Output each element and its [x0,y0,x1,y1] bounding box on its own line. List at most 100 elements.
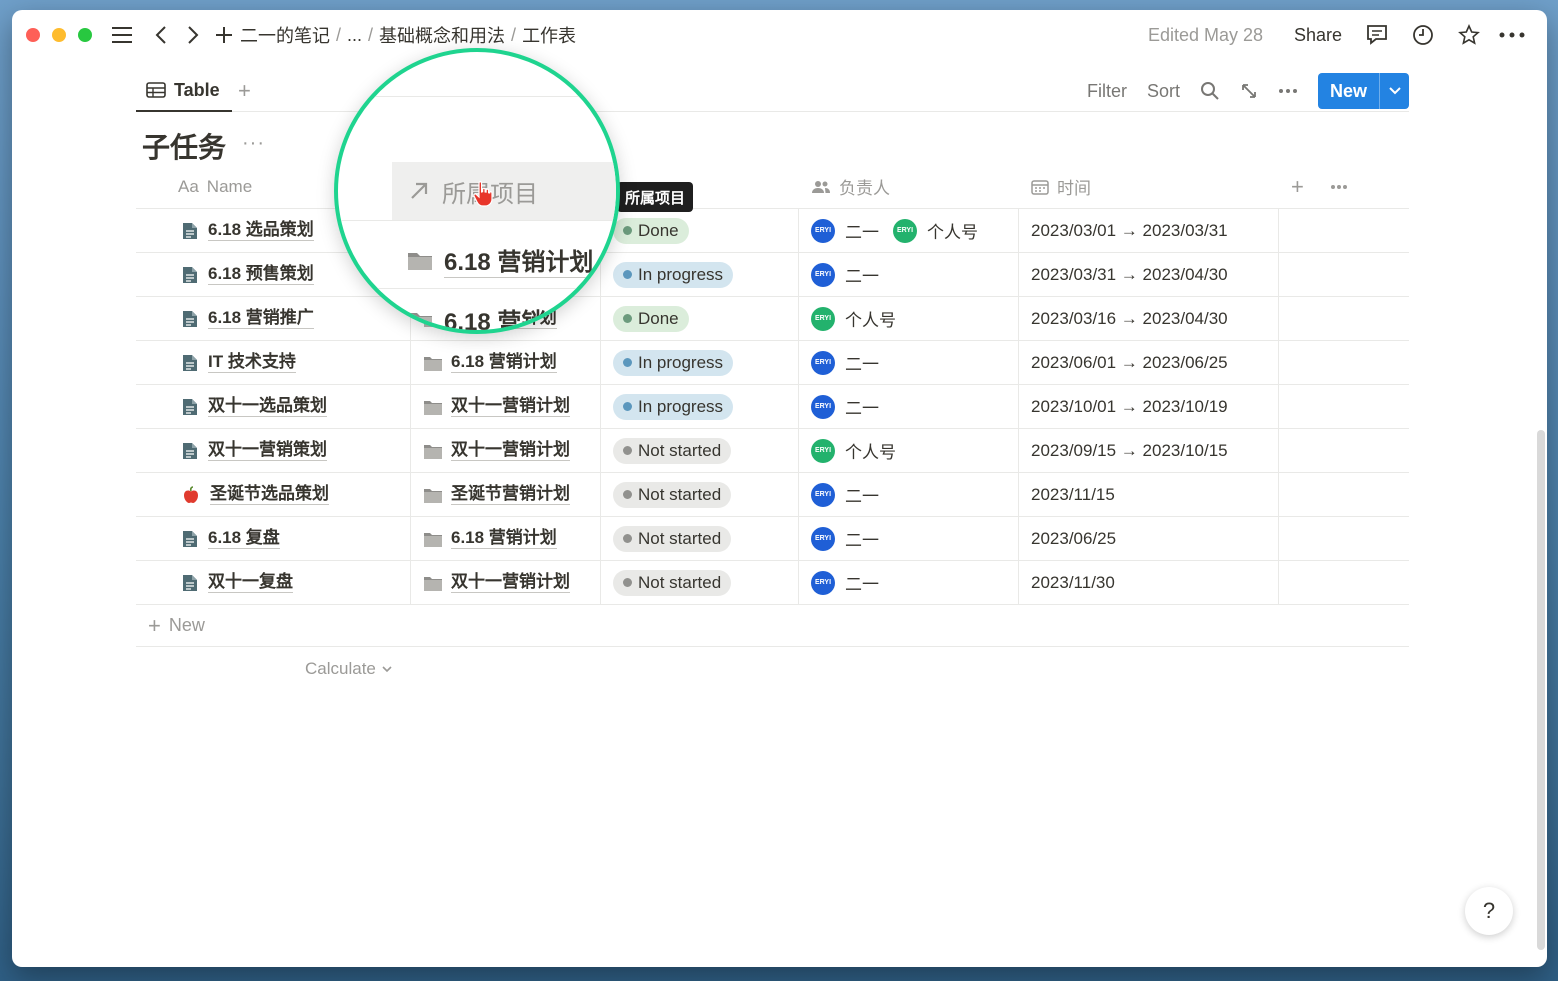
project-cell[interactable]: 双十一营销计划 [411,385,601,428]
owner-name[interactable]: 二一 [845,218,879,243]
project-cell[interactable]: 双十一营销计划 [411,429,601,472]
owner-name[interactable]: 个人号 [845,306,896,331]
owner-cell[interactable]: ERYI 二一 [799,517,1019,560]
row-name[interactable]: 双十一选品策划 [208,396,327,417]
breadcrumb-item[interactable]: ... [347,25,362,46]
row-name[interactable]: 6.18 预售策划 [208,264,314,285]
add-new-row-button[interactable]: + New [136,605,1409,647]
project-link[interactable]: 双十一营销计划 [451,440,570,461]
new-entry-label[interactable]: New [1318,73,1379,109]
owner-cell[interactable]: ERYI 二一 [799,473,1019,516]
owner-cell[interactable]: ERYI 二一 [799,341,1019,384]
project-link[interactable]: 圣诞节营销计划 [451,484,570,505]
row-name[interactable]: 双十一营销策划 [208,440,327,461]
expand-icon[interactable] [1240,82,1258,100]
tab-table-view[interactable]: Table [136,70,232,112]
status-cell[interactable]: In progress [601,253,799,296]
back-icon[interactable] [152,22,170,48]
name-cell[interactable]: IT 技术支持 [136,341,411,384]
owner-name[interactable]: 二一 [845,526,879,551]
name-cell[interactable]: 双十一营销策划 [136,429,411,472]
time-cell[interactable]: 2023/06/01 → 2023/06/25 [1019,341,1279,384]
status-cell[interactable]: Done [601,297,799,340]
owner-cell[interactable]: ERYI 二一 ERYI 个人号 [799,209,1019,252]
table-row[interactable]: 双十一选品策划 双十一营销计划 In progress ERYI 二一 2023/10/0… [136,385,1409,429]
name-cell[interactable]: 圣诞节选品策划 [136,473,411,516]
status-cell[interactable]: In progress [601,385,799,428]
owner-cell[interactable]: ERYI 个人号 [799,297,1019,340]
owner-cell[interactable]: ERYI 二一 [799,253,1019,296]
row-name[interactable]: IT 技术支持 [208,352,296,373]
project-link[interactable]: 6.18 营销计划 [451,528,557,549]
comments-icon[interactable] [1364,22,1390,48]
name-cell[interactable]: 6.18 营销推广 [136,297,411,340]
name-cell[interactable]: 6.18 复盘 [136,517,411,560]
row-name[interactable]: 6.18 复盘 [208,528,280,549]
breadcrumb-item[interactable]: 基础概念和用法 [379,22,505,48]
table-row[interactable]: 6.18 复盘 6.18 营销计划 Not started ERYI 二一 2023/06… [136,517,1409,561]
row-name[interactable]: 6.18 营销推广 [208,308,314,329]
status-cell[interactable]: Not started [601,517,799,560]
status-cell[interactable]: Done [601,209,799,252]
help-button[interactable]: ? [1465,887,1513,935]
table-row[interactable]: 双十一复盘 双十一营销计划 Not started ERYI 二一 2023/11/30 [136,561,1409,605]
owner-name[interactable]: 个人号 [845,438,896,463]
name-cell[interactable]: 双十一复盘 [136,561,411,604]
time-cell[interactable]: 2023/03/16 → 2023/04/30 [1019,297,1279,340]
time-cell[interactable]: 2023/03/01 → 2023/03/31 [1019,209,1279,252]
chevron-down-icon[interactable] [1379,73,1409,109]
breadcrumb-item[interactable]: 工作表 [522,22,576,48]
properties-more-icon[interactable] [1330,184,1348,190]
minimize-window-button[interactable] [52,28,66,42]
zoom-window-button[interactable] [78,28,92,42]
row-name[interactable]: 6.18 选品策划 [208,220,314,241]
time-cell[interactable]: 2023/09/15 → 2023/10/15 [1019,429,1279,472]
owner-name[interactable]: 二一 [845,570,879,595]
project-cell[interactable]: 圣诞节营销计划 [411,473,601,516]
add-property-plus-icon[interactable]: + [1291,174,1304,200]
add-view-plus-icon[interactable]: + [238,78,251,104]
time-cell[interactable]: 2023/10/01 → 2023/10/19 [1019,385,1279,428]
table-row[interactable]: 6.18 营销推广6.18 营销计划DoneERYI个人号2023/03/16 … [136,297,1409,341]
column-header-time[interactable]: 时间 [1019,165,1279,208]
owner-name[interactable]: 二一 [845,262,879,287]
time-cell[interactable]: 2023/11/30 [1019,561,1279,604]
time-cell[interactable]: 2023/11/15 [1019,473,1279,516]
owner-name[interactable]: 二一 [845,394,879,419]
status-cell[interactable]: Not started [601,429,799,472]
status-cell[interactable]: Not started [601,473,799,516]
owner-name[interactable]: 二一 [845,350,879,375]
sort-button[interactable]: Sort [1147,81,1180,102]
new-entry-button[interactable]: New [1317,73,1409,109]
name-cell[interactable]: 双十一选品策划 [136,385,411,428]
column-header-owner[interactable]: 负责人 [799,165,1019,208]
new-page-plus-icon[interactable] [214,22,234,48]
search-icon[interactable] [1200,81,1220,101]
view-more-icon[interactable] [1278,88,1298,94]
updates-clock-icon[interactable] [1410,22,1436,48]
table-row[interactable]: 6.18 选品策划6.18 营销计划DoneERYI二一ERYI个人号2023/… [136,209,1409,253]
project-cell[interactable]: 双十一营销计划 [411,561,601,604]
owner-cell[interactable]: ERYI 二一 [799,561,1019,604]
owner-name[interactable]: 个人号 [927,218,978,243]
status-cell[interactable]: In progress [601,341,799,384]
filter-button[interactable]: Filter [1087,81,1127,102]
more-options-icon[interactable] [1498,22,1526,48]
row-name[interactable]: 双十一复盘 [208,572,293,593]
table-row[interactable]: 双十一营销策划 双十一营销计划 Not started ERYI 个人号 2023/09/… [136,429,1409,473]
sidebar-menu-icon[interactable] [110,22,134,48]
time-cell[interactable]: 2023/03/31 → 2023/04/30 [1019,253,1279,296]
database-more-icon[interactable]: ··· [242,132,265,155]
owner-cell[interactable]: ERYI 个人号 [799,429,1019,472]
project-link[interactable]: 双十一营销计划 [451,572,570,593]
status-cell[interactable]: Not started [601,561,799,604]
row-name[interactable]: 圣诞节选品策划 [210,484,329,505]
table-row[interactable]: 6.18 预售策划6.18 营销计划In progressERYI二一2023/… [136,253,1409,297]
time-cell[interactable]: 2023/06/25 [1019,517,1279,560]
forward-icon[interactable] [184,22,202,48]
favorite-star-icon[interactable] [1456,22,1482,48]
vertical-scrollbar[interactable] [1537,430,1545,950]
project-link[interactable]: 6.18 营销计划 [451,352,557,373]
close-window-button[interactable] [26,28,40,42]
table-row[interactable]: IT 技术支持 6.18 营销计划 In progress ERYI 二一 2023/06… [136,341,1409,385]
